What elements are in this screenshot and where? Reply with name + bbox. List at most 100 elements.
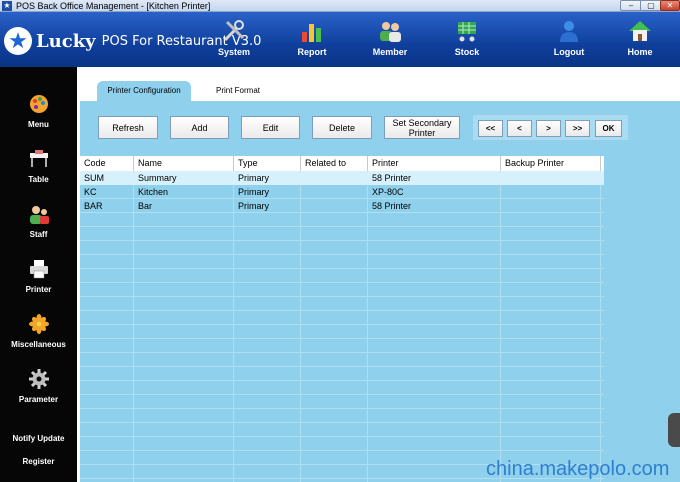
sidebar-item-label: Table <box>28 175 49 184</box>
minimize-button[interactable]: – <box>620 0 642 11</box>
column-divider <box>233 171 234 482</box>
last-page-button[interactable]: >> <box>565 120 590 137</box>
cell-printer: 58 Printer <box>372 201 412 211</box>
column-header-related-to[interactable]: Related to <box>301 156 368 171</box>
tab-bar: Printer Configuration Print Format <box>77 67 680 101</box>
edit-button[interactable]: Edit <box>241 116 300 139</box>
sidebar-item-label: Printer <box>25 285 52 294</box>
column-divider <box>300 171 301 482</box>
nav-logout[interactable]: Logout <box>542 18 596 64</box>
gear-icon <box>28 369 49 389</box>
top-header: ★ Lucky POS For Restaurant V3.0 System R… <box>0 12 680 67</box>
sidebar-item-staff[interactable]: Staff <box>0 203 77 239</box>
cell-type: Primary <box>238 201 269 211</box>
table-body <box>80 171 604 482</box>
close-button[interactable]: ✕ <box>660 0 680 11</box>
sidebar-item-label: Menu <box>28 120 49 129</box>
cart-icon <box>458 22 476 42</box>
column-header-code[interactable]: Code <box>80 156 134 171</box>
app-star-icon: ★ <box>2 1 12 11</box>
palette-icon <box>29 95 48 113</box>
tools-icon <box>223 20 245 42</box>
cell-printer: XP-80C <box>372 187 404 197</box>
tab-printer-configuration[interactable]: Printer Configuration <box>97 81 191 101</box>
staff-icon <box>29 206 49 224</box>
nav-stock-label: Stock <box>454 47 480 57</box>
column-divider <box>600 171 601 482</box>
sidebar-item-label: Staff <box>29 230 48 239</box>
pager-group: << < > >> OK <box>473 115 628 140</box>
ok-button[interactable]: OK <box>595 120 622 137</box>
column-header-backup-printer[interactable]: Backup Printer <box>501 156 601 171</box>
sidebar-item-miscellaneous[interactable]: Miscellaneous <box>0 313 77 349</box>
set-secondary-printer-button[interactable]: Set Secondary Printer <box>384 116 460 139</box>
cell-name: Kitchen <box>138 187 169 197</box>
maximize-button[interactable]: ▢ <box>640 0 662 11</box>
first-page-button[interactable]: << <box>478 120 503 137</box>
cell-printer: 58 Printer <box>372 173 412 183</box>
sidebar-item-label: Parameter <box>18 395 59 404</box>
cell-type: Primary <box>238 173 269 183</box>
nav-member-label: Member <box>372 47 408 57</box>
app-window: ★ POS Back Office Management - [Kitchen … <box>0 0 680 482</box>
watermark-text: china.makepolo.com <box>486 458 670 480</box>
nav-home[interactable]: Home <box>613 18 667 64</box>
cell-name: Summary <box>138 173 177 183</box>
cell-backup-printer <box>501 171 601 185</box>
sidebar-item-table[interactable]: Table <box>0 148 77 184</box>
register-link[interactable]: Register <box>0 457 77 466</box>
column-header-type[interactable]: Type <box>234 156 301 171</box>
notify-update-link[interactable]: Notify Update <box>0 434 77 443</box>
cell-backup-printer <box>501 199 601 213</box>
sidebar: Menu Table Staff Printer Miscellaneous P… <box>0 67 77 482</box>
nav-report[interactable]: Report <box>285 18 339 64</box>
table-icon <box>29 150 48 167</box>
printer-icon <box>29 260 48 279</box>
column-header-name[interactable]: Name <box>134 156 234 171</box>
table-header: Code Name Type Related to Printer Backup… <box>80 156 604 171</box>
column-divider <box>133 171 134 482</box>
sidebar-item-printer[interactable]: Printer <box>0 258 77 294</box>
home-icon <box>629 21 651 41</box>
side-scroll-handle[interactable] <box>668 413 680 447</box>
cell-name: Bar <box>138 201 153 211</box>
user-logout-icon <box>560 21 578 42</box>
prev-page-button[interactable]: < <box>507 120 532 137</box>
title-bar: ★ POS Back Office Management - [Kitchen … <box>0 0 680 12</box>
window-title: POS Back Office Management - [Kitchen Pr… <box>16 1 211 11</box>
printer-configuration-panel: Refresh Add Edit Delete Set Secondary Pr… <box>80 101 680 482</box>
nav-member[interactable]: Member <box>363 18 417 64</box>
brand-name: Lucky <box>36 30 96 52</box>
cell-code: KC <box>84 187 97 197</box>
column-divider <box>500 171 501 482</box>
nav-system[interactable]: System <box>207 18 261 64</box>
printer-table: Code Name Type Related to Printer Backup… <box>80 156 680 482</box>
cell-related-to <box>301 185 368 199</box>
nav-home-label: Home <box>627 47 653 57</box>
column-divider <box>367 171 368 482</box>
table-row[interactable]: SUM Summary Primary 58 Printer <box>80 171 604 185</box>
bar-chart-icon <box>302 24 321 42</box>
sidebar-item-parameter[interactable]: Parameter <box>0 368 77 404</box>
add-button[interactable]: Add <box>170 116 229 139</box>
sidebar-item-menu[interactable]: Menu <box>0 93 77 129</box>
refresh-button[interactable]: Refresh <box>98 116 158 139</box>
cell-related-to <box>301 171 368 185</box>
cell-related-to <box>301 199 368 213</box>
nav-stock[interactable]: Stock <box>440 18 494 64</box>
table-row[interactable]: KC Kitchen Primary XP-80C <box>80 185 604 199</box>
cell-code: BAR <box>84 201 103 211</box>
main-content: Printer Configuration Print Format Refre… <box>77 67 680 482</box>
delete-button[interactable]: Delete <box>312 116 372 139</box>
column-header-printer[interactable]: Printer <box>368 156 501 171</box>
cell-backup-printer <box>501 185 601 199</box>
nav-logout-label: Logout <box>553 47 585 57</box>
members-icon <box>380 22 401 42</box>
nav-system-label: System <box>217 47 251 57</box>
nav-report-label: Report <box>297 47 327 57</box>
cell-type: Primary <box>238 187 269 197</box>
sidebar-item-label: Miscellaneous <box>11 340 66 349</box>
tab-print-format[interactable]: Print Format <box>197 81 279 101</box>
next-page-button[interactable]: > <box>536 120 561 137</box>
table-row[interactable]: BAR Bar Primary 58 Printer <box>80 199 604 213</box>
